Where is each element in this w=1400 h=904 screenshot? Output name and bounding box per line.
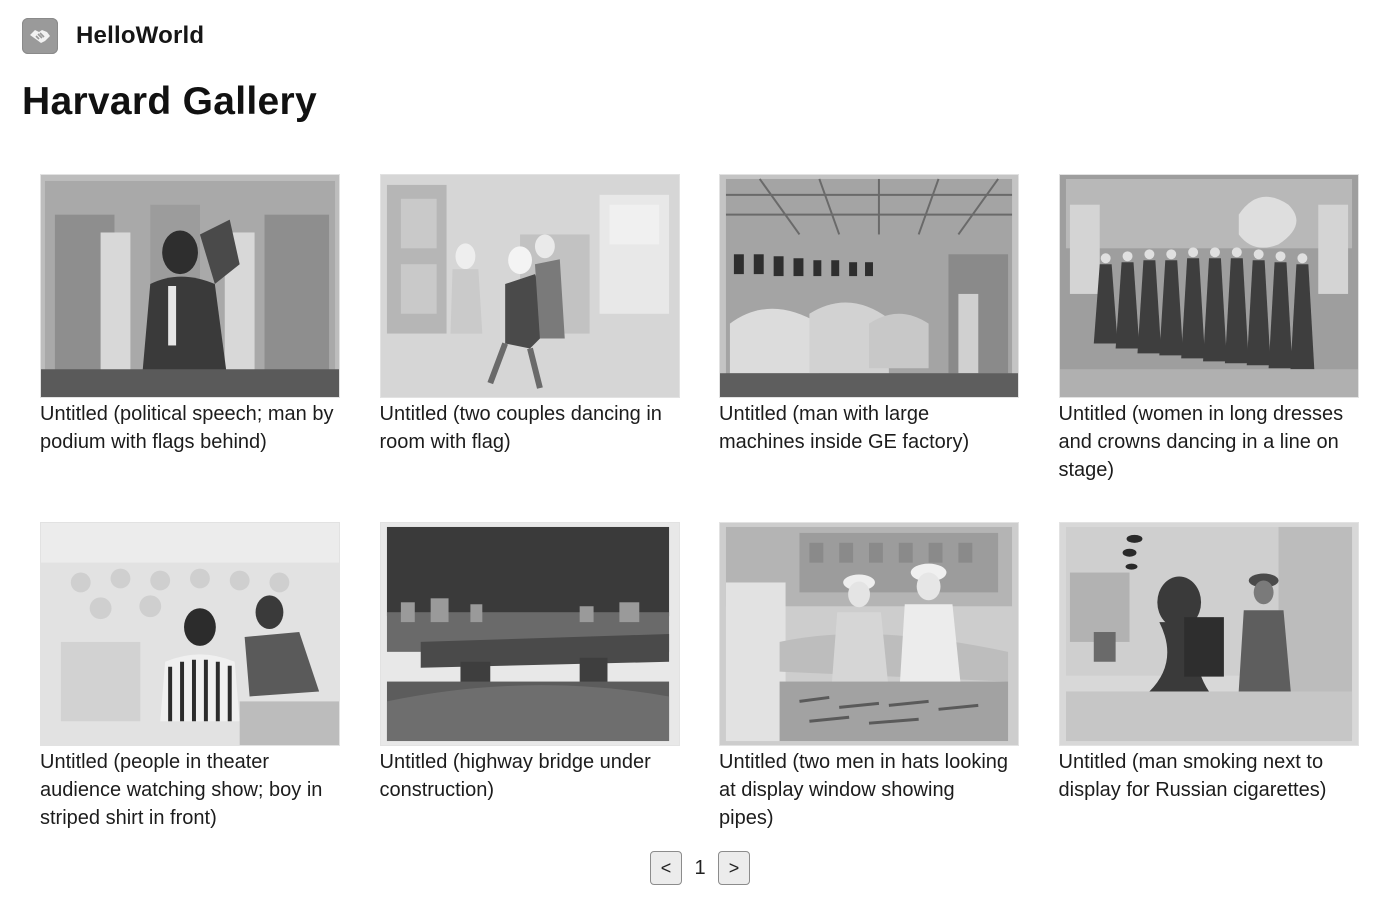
gallery-caption: Untitled (man smoking next to display fo… (1058, 751, 1327, 801)
gallery-image[interactable] (719, 522, 1019, 746)
next-page-button[interactable]: > (718, 851, 750, 885)
handshake-icon[interactable] (22, 18, 58, 54)
gallery-card[interactable]: Untitled (political speech; man by podiu… (40, 174, 340, 502)
gallery-card[interactable]: Untitled (man smoking next to display fo… (1058, 522, 1359, 850)
app-header: HelloWorld (22, 17, 204, 55)
gallery-card[interactable]: Untitled (two men in hats looking at dis… (719, 522, 1019, 850)
gallery-image[interactable] (379, 522, 680, 746)
gallery-caption: Untitled (women in long dresses and crow… (1058, 403, 1344, 481)
page-title: Harvard Gallery (22, 80, 318, 123)
current-page-number: 1 (694, 856, 706, 879)
gallery-caption: Untitled (highway bridge under construct… (379, 751, 651, 801)
gallery-caption: Untitled (political speech; man by podiu… (40, 403, 334, 453)
gallery-image[interactable] (40, 174, 340, 398)
previous-page-button[interactable]: < (650, 851, 682, 885)
pagination: < 1 > (650, 851, 750, 885)
gallery-image[interactable] (1058, 522, 1359, 746)
gallery-image[interactable] (1058, 174, 1359, 398)
gallery-image[interactable] (379, 174, 680, 398)
gallery-card[interactable]: Untitled (people in theater audience wat… (40, 522, 340, 850)
gallery-card[interactable]: Untitled (two couples dancing in room wi… (379, 174, 680, 502)
gallery-caption: Untitled (two couples dancing in room wi… (379, 403, 662, 453)
gallery-card[interactable]: Untitled (women in long dresses and crow… (1058, 174, 1359, 502)
gallery-caption: Untitled (two men in hats looking at dis… (719, 751, 1009, 829)
gallery-card[interactable]: Untitled (man with large machines inside… (719, 174, 1019, 502)
gallery-grid: Untitled (political speech; man by podiu… (40, 174, 1370, 850)
gallery-image[interactable] (719, 174, 1019, 398)
gallery-card[interactable]: Untitled (highway bridge under construct… (379, 522, 680, 850)
gallery-caption: Untitled (man with large machines inside… (719, 403, 970, 453)
app-name: HelloWorld (76, 22, 205, 49)
gallery-image[interactable] (40, 522, 340, 746)
gallery-caption: Untitled (people in theater audience wat… (40, 751, 323, 829)
